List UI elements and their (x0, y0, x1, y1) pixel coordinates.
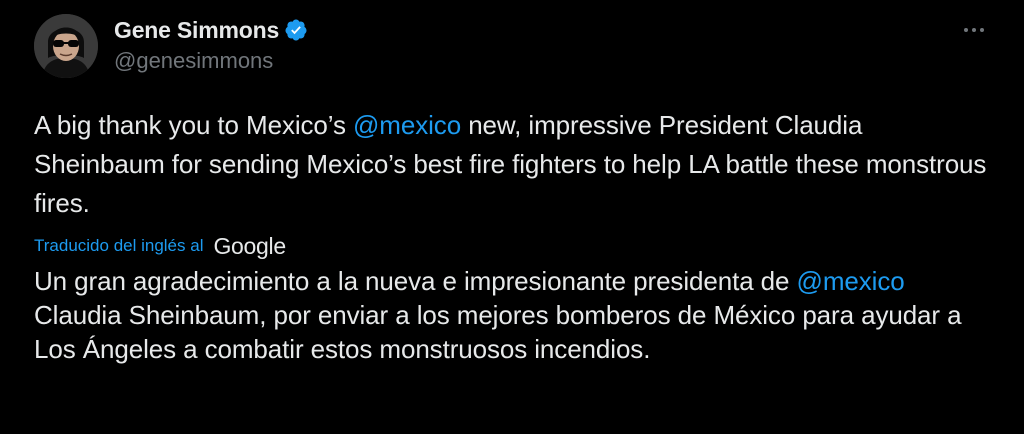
tweet-text: A big thank you to Mexico’s @mexico new,… (34, 106, 994, 223)
author-name-row: Gene Simmons (114, 13, 308, 47)
more-options-button[interactable] (954, 18, 994, 42)
translated-from-label[interactable]: Traducido del inglés al (34, 236, 203, 256)
avatar[interactable] (34, 14, 98, 78)
tweet-text-before: A big thank you to Mexico’s (34, 110, 354, 140)
translated-mention-link[interactable]: @mexico (797, 266, 905, 296)
person-with-sunglasses-avatar-icon (34, 14, 98, 78)
translated-tweet-text: Un gran agradecimiento a la nueva e impr… (34, 264, 994, 366)
author-display-name[interactable]: Gene Simmons (114, 17, 279, 44)
mention-link[interactable]: @mexico (353, 110, 461, 140)
verified-badge-icon[interactable] (284, 18, 308, 42)
translated-text-before: Un gran agradecimiento a la nueva e impr… (34, 266, 797, 296)
more-horizontal-icon (964, 28, 968, 32)
google-logo: Google (213, 232, 286, 259)
translation-attribution: Traducido del inglés al Google (34, 231, 286, 261)
tweet-card: Gene Simmons @genesimmons A big thank yo… (0, 0, 1024, 434)
translated-text-after: Claudia Sheinbaum, por enviar a los mejo… (34, 300, 962, 364)
author-handle[interactable]: @genesimmons (114, 48, 273, 74)
